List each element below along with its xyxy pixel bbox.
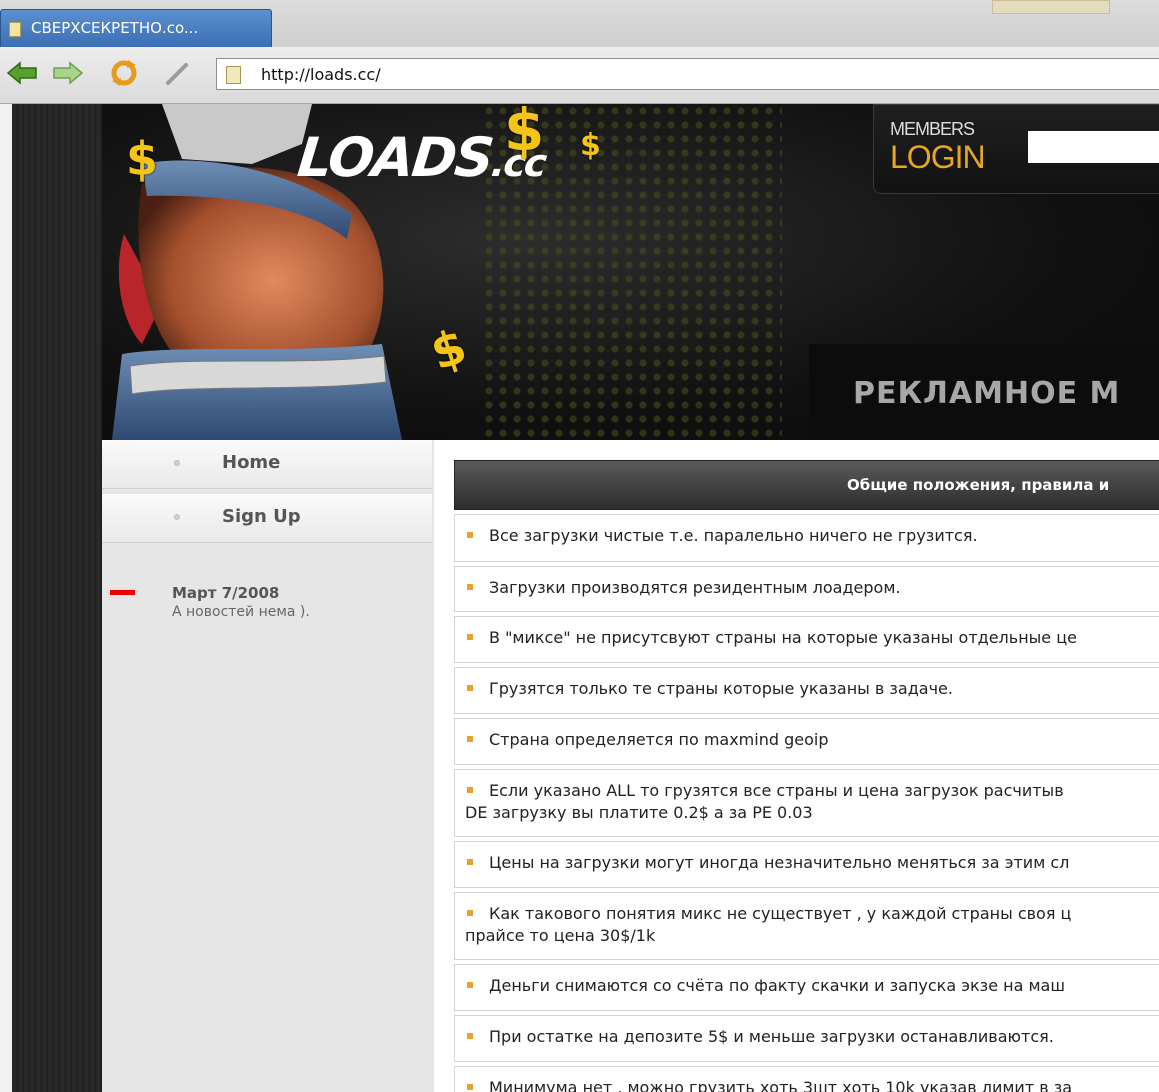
web-page: LOADS.cc $ $ $ $ MEMBERS LOGIN РЕКЛАМНОЕ…	[0, 104, 1159, 1092]
rules-header: Общие положения, правила и	[454, 460, 1159, 510]
tab-title: СВЕРХСЕКРЕТНО.co...	[31, 19, 199, 37]
dollar-sign-decoration: $	[424, 318, 474, 382]
rule-item: Загрузки производятся резидентным лоадер…	[454, 566, 1159, 612]
rule-item: Минимума нет , можно грузить хоть 3шт хо…	[454, 1066, 1159, 1092]
back-arrow-icon	[6, 61, 37, 85]
rule-text: В "миксе" не присутсвуют страны на котор…	[489, 628, 1077, 647]
ad-banner-text: РЕКЛАМНОЕ М	[853, 376, 1121, 411]
dollar-sign-decoration: $	[504, 104, 545, 164]
rule-item: Все загрузки чистые т.е. паралельно ниче…	[454, 514, 1159, 562]
rule-text: Если указано ALL то грузятся все страны …	[489, 781, 1064, 800]
rule-text: Минимума нет , можно грузить хоть 3шт хо…	[489, 1078, 1073, 1092]
page-icon	[9, 22, 21, 37]
edit-button[interactable]	[160, 57, 196, 89]
rule-text: Как такового понятия микс не существует …	[489, 904, 1072, 923]
bullet-icon	[174, 460, 180, 466]
page-icon	[226, 66, 241, 84]
members-label: MEMBERS	[890, 119, 975, 139]
browser-tab[interactable]: СВЕРХСЕКРЕТНО.co...	[0, 9, 272, 47]
sidebar-item-label: Sign Up	[222, 506, 301, 527]
bullet-icon	[174, 514, 180, 520]
toolbar-widget	[992, 0, 1110, 14]
news-marker-icon	[110, 590, 135, 595]
main-content: Общие положения, правила и Все загрузки …	[434, 440, 1159, 1092]
bullet-icon	[467, 685, 473, 691]
bullet-icon	[467, 584, 473, 590]
reload-icon	[111, 60, 137, 86]
logo-main: LOADS	[294, 126, 496, 189]
login-label: LOGIN	[890, 139, 986, 175]
sidebar-item-label: Home	[222, 452, 281, 473]
bullet-icon	[467, 634, 473, 640]
rule-item: Грузятся только те страны которые указан…	[454, 667, 1159, 714]
rule-text: Грузятся только те страны которые указан…	[489, 679, 953, 698]
rule-text: Цены на загрузки могут иногда незначител…	[489, 853, 1070, 872]
rule-item: Деньги снимаются со счёта по факту скачк…	[454, 964, 1159, 1011]
login-box: MEMBERS LOGIN	[873, 104, 1159, 194]
news-date: Март 7/2008	[172, 584, 280, 602]
rule-text: Страна определяется по maxmind geoip	[489, 730, 829, 749]
forward-button[interactable]	[50, 57, 86, 89]
login-input[interactable]	[1028, 131, 1159, 163]
dollar-sign-decoration: $	[580, 128, 601, 163]
back-button[interactable]	[4, 57, 40, 89]
rule-text: Все загрузки чистые т.е. паралельно ниче…	[489, 526, 978, 545]
rule-text-continued: DE загрузку вы платите 0.2$ а за PE 0.03	[465, 803, 813, 822]
rule-item: Если указано ALL то грузятся все страны …	[454, 769, 1159, 837]
url-text[interactable]: http://loads.cc/	[261, 65, 381, 84]
edit-icon	[166, 63, 188, 85]
sidebar-item-sign-up[interactable]: Sign Up	[102, 494, 432, 543]
reload-button[interactable]	[106, 57, 142, 89]
browser-tab-bar: СВЕРХСЕКРЕТНО.co...	[0, 0, 1159, 48]
rule-text: Загрузки производятся резидентным лоадер…	[489, 578, 901, 597]
sidebar-item-home[interactable]: Home	[102, 440, 432, 489]
rule-item: Страна определяется по maxmind geoip	[454, 718, 1159, 765]
rule-text: Деньги снимаются со счёта по факту скачк…	[489, 976, 1065, 995]
rule-text: При остатке на депозите 5$ и меньше загр…	[489, 1027, 1054, 1046]
bullet-icon	[467, 1084, 473, 1090]
rule-item: При остатке на депозите 5$ и меньше загр…	[454, 1015, 1159, 1062]
news-text: А новостей нема ).	[172, 604, 310, 620]
site-header: LOADS.cc $ $ $ $ MEMBERS LOGIN РЕКЛАМНОЕ…	[102, 104, 1159, 440]
bullet-icon	[467, 532, 473, 538]
bullet-icon	[467, 787, 473, 793]
rule-item: Цены на загрузки могут иногда незначител…	[454, 841, 1159, 888]
bullet-icon	[467, 859, 473, 865]
bullet-icon	[467, 1033, 473, 1039]
bullet-icon	[467, 910, 473, 916]
bullet-icon	[467, 736, 473, 742]
rule-item: В "миксе" не присутсвуют страны на котор…	[454, 616, 1159, 663]
navigation-toolbar: http://loads.cc/	[0, 47, 1159, 104]
rule-item: Как такового понятия микс не существует …	[454, 892, 1159, 960]
forward-arrow-icon	[53, 61, 84, 85]
rule-text-continued: прайсе то цена 30$/1k	[465, 926, 656, 945]
bullet-icon	[467, 982, 473, 988]
ad-banner[interactable]: РЕКЛАМНОЕ М	[809, 344, 1159, 440]
address-bar[interactable]: http://loads.cc/	[216, 58, 1159, 90]
page-left-margin	[0, 104, 102, 1092]
dollar-sign-decoration: $	[126, 132, 159, 186]
sidebar: Home Sign Up Март 7/2008 А новостей нема…	[102, 440, 434, 1092]
rules-title: Общие положения, правила и	[847, 476, 1110, 494]
